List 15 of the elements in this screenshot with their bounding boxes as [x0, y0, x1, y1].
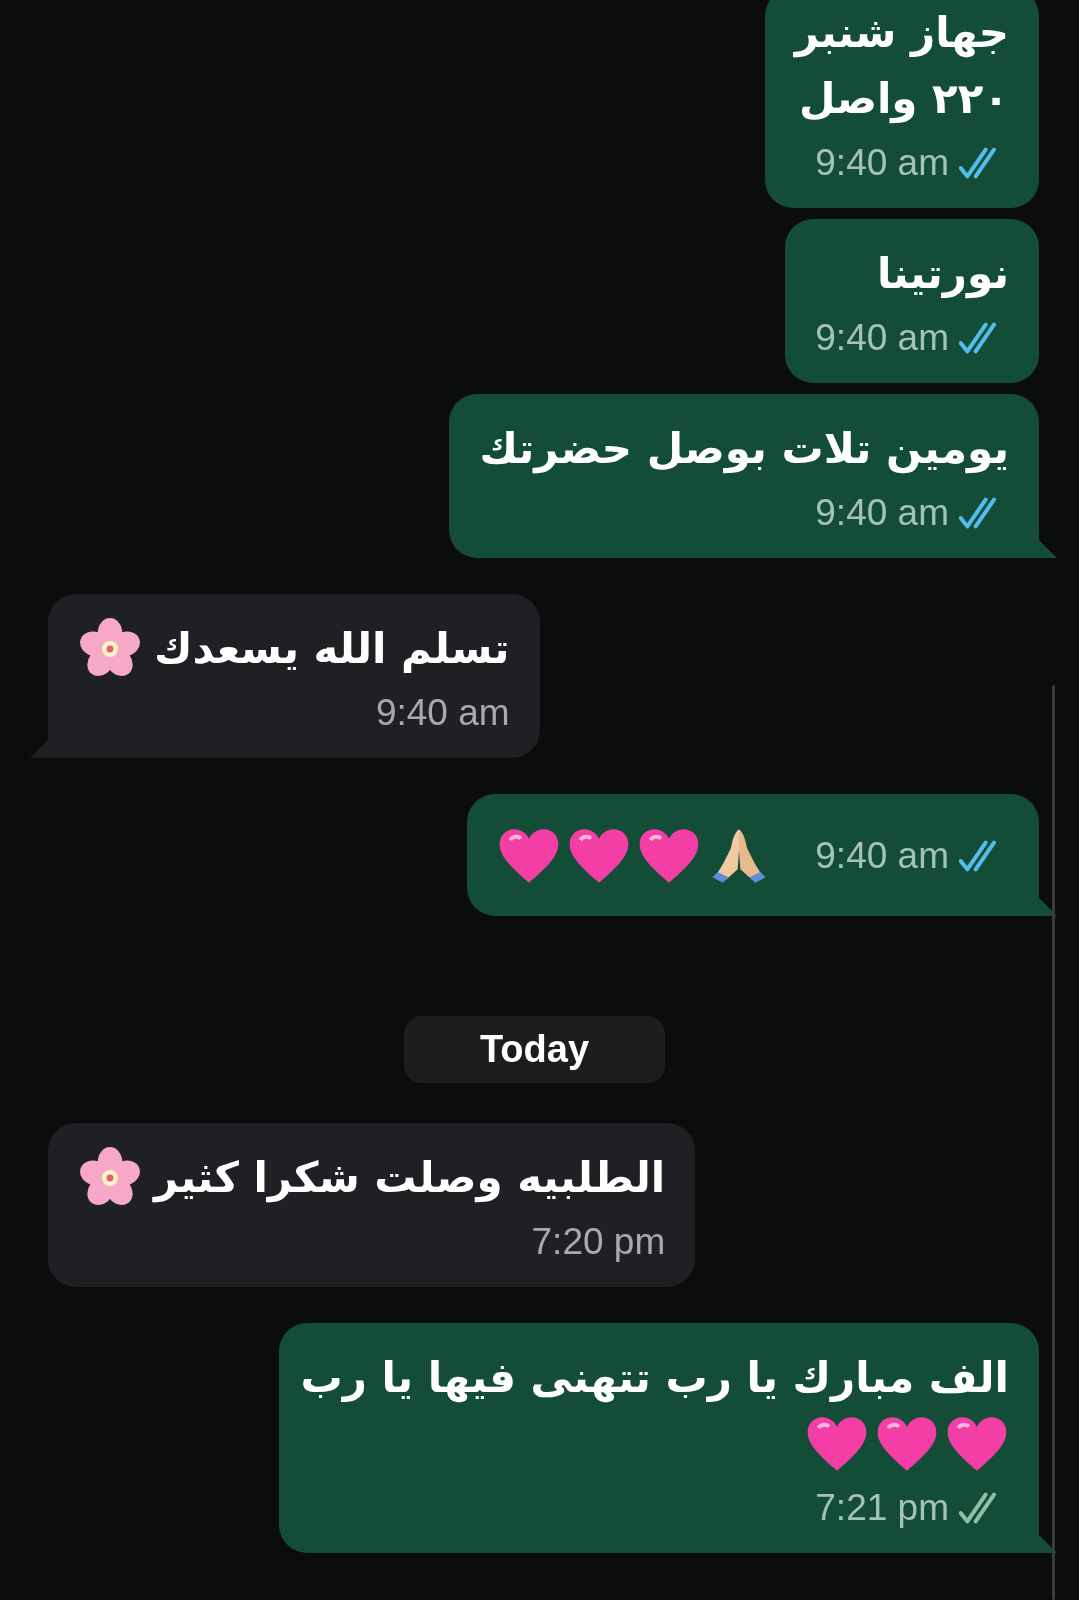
message-time: 9:40 am: [815, 491, 949, 535]
message-text: ٢٢٠ واصل: [798, 73, 1009, 126]
message-time: 7:20 pm: [531, 1220, 666, 1264]
message-text: جهاز شنبر: [794, 7, 1009, 60]
message-text: يومين تلات بوصل حضرتك: [479, 423, 1009, 476]
message-text: تسلم الله يسعدك: [154, 623, 510, 675]
message-text: الطلبيه وصلت شكرا كثير: [154, 1152, 666, 1205]
message-time: 9:40 am: [815, 834, 949, 878]
message-time: 9:40 am: [815, 141, 949, 185]
message-time: 9:40 am: [815, 316, 949, 360]
message-time: 7:21 pm: [815, 1486, 949, 1530]
date-chip: Today: [403, 1016, 666, 1083]
message-time: 9:40 am: [375, 691, 510, 735]
message-text: نورتينا: [876, 248, 1009, 301]
message-text: الف مبارك يا رب تتهنى فيها يا رب: [300, 1352, 1009, 1405]
